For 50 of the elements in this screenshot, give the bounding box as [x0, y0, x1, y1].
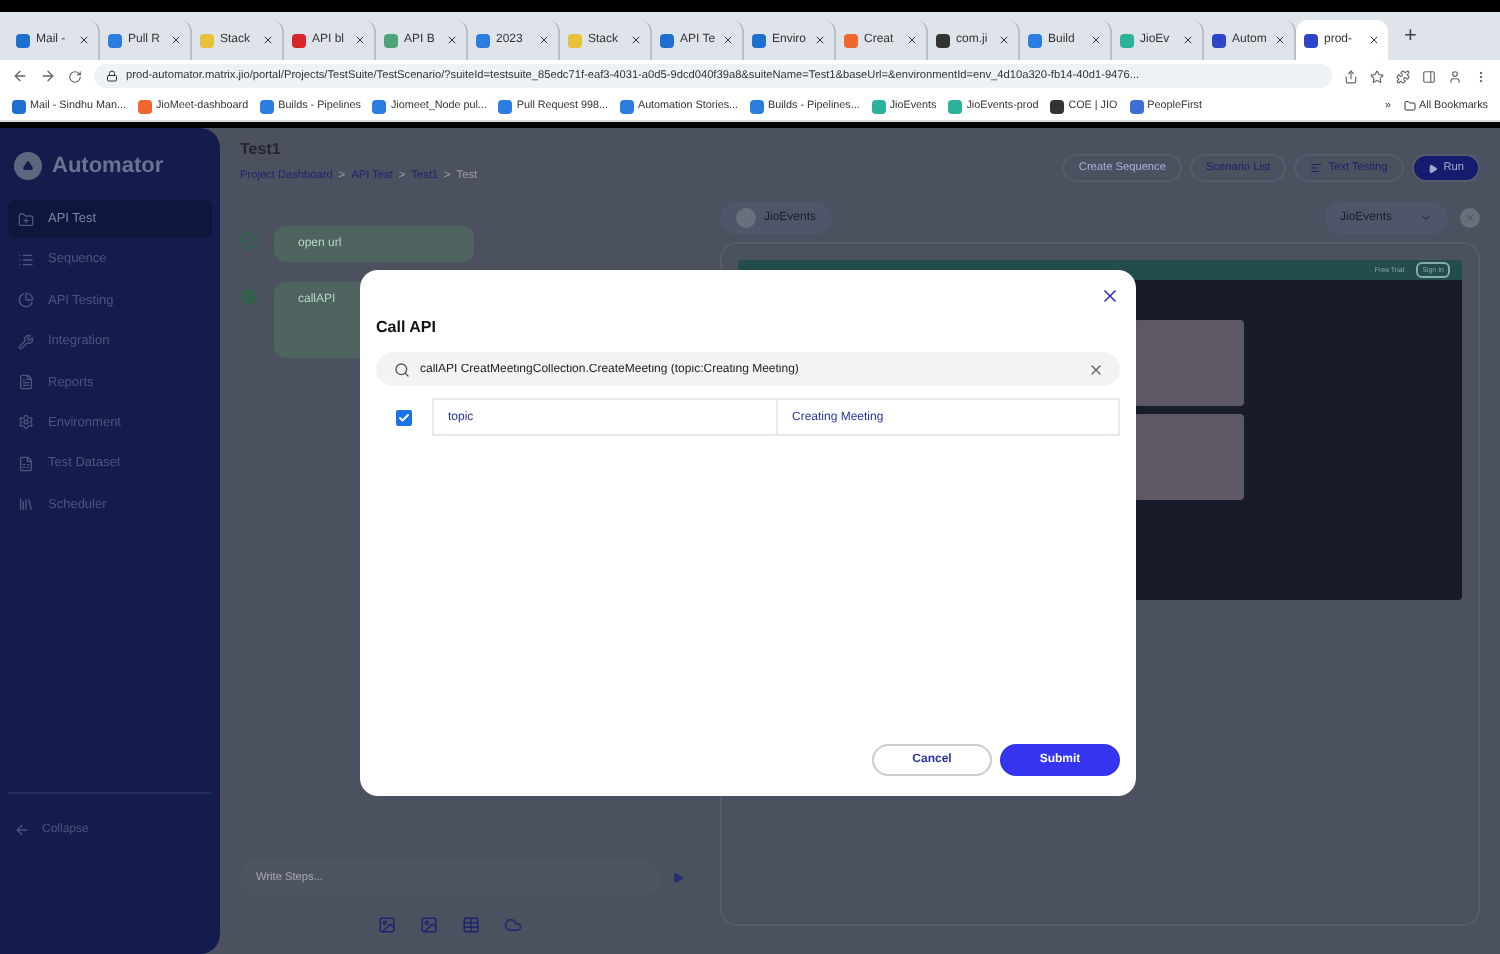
menu-icon[interactable] [1474, 69, 1488, 83]
chevron-down-icon [1420, 212, 1432, 224]
close-icon[interactable] [1274, 34, 1286, 46]
logo-icon [14, 152, 42, 180]
extensions-icon[interactable] [1396, 69, 1410, 83]
close-icon[interactable] [1368, 34, 1380, 46]
close-icon[interactable] [78, 34, 90, 46]
forward-icon[interactable] [40, 68, 56, 84]
reload-icon[interactable] [68, 69, 82, 83]
close-icon[interactable] [814, 34, 826, 46]
close-icon[interactable] [354, 34, 366, 46]
close-icon[interactable] [630, 34, 642, 46]
side-panel-icon[interactable] [1422, 69, 1436, 83]
pie-chart-icon [18, 292, 34, 309]
close-icon[interactable] [1182, 34, 1194, 46]
close-icon[interactable] [906, 34, 918, 46]
checkbox[interactable] [396, 409, 412, 425]
document-icon [18, 374, 34, 391]
close-icon[interactable] [538, 34, 550, 46]
search-icon [394, 361, 410, 377]
folder-icon [18, 211, 34, 227]
close-button[interactable] [1100, 286, 1120, 306]
arrow-left-icon [14, 822, 30, 838]
close-icon[interactable] [1090, 34, 1102, 46]
library-icon [18, 496, 34, 513]
close-icon[interactable] [722, 34, 734, 46]
star-icon[interactable] [1370, 69, 1384, 83]
check-circle-icon [240, 232, 258, 250]
site-icon [736, 208, 756, 228]
play-icon [1427, 163, 1438, 173]
text-lines-icon [1310, 162, 1323, 174]
profile-icon[interactable] [1448, 69, 1462, 83]
clear-button[interactable] [1088, 361, 1104, 377]
wrench-icon [18, 333, 34, 350]
share-icon[interactable] [1344, 69, 1358, 83]
gear-icon [240, 288, 258, 306]
folder-icon [1403, 100, 1416, 112]
close-icon[interactable] [262, 34, 274, 46]
photo-placeholder [1134, 320, 1244, 406]
list-icon [18, 251, 34, 268]
photo-placeholder [1134, 413, 1244, 499]
brand-name: Automator [52, 154, 164, 178]
close-icon[interactable] [170, 34, 182, 46]
close-icon[interactable] [446, 34, 458, 46]
settings-icon [18, 414, 34, 431]
new-tab-button[interactable]: + [1388, 24, 1433, 48]
dialog-title: Call API [376, 318, 438, 336]
back-icon[interactable] [12, 68, 28, 84]
spreadsheet-icon [18, 455, 34, 472]
close-icon[interactable] [998, 34, 1010, 46]
